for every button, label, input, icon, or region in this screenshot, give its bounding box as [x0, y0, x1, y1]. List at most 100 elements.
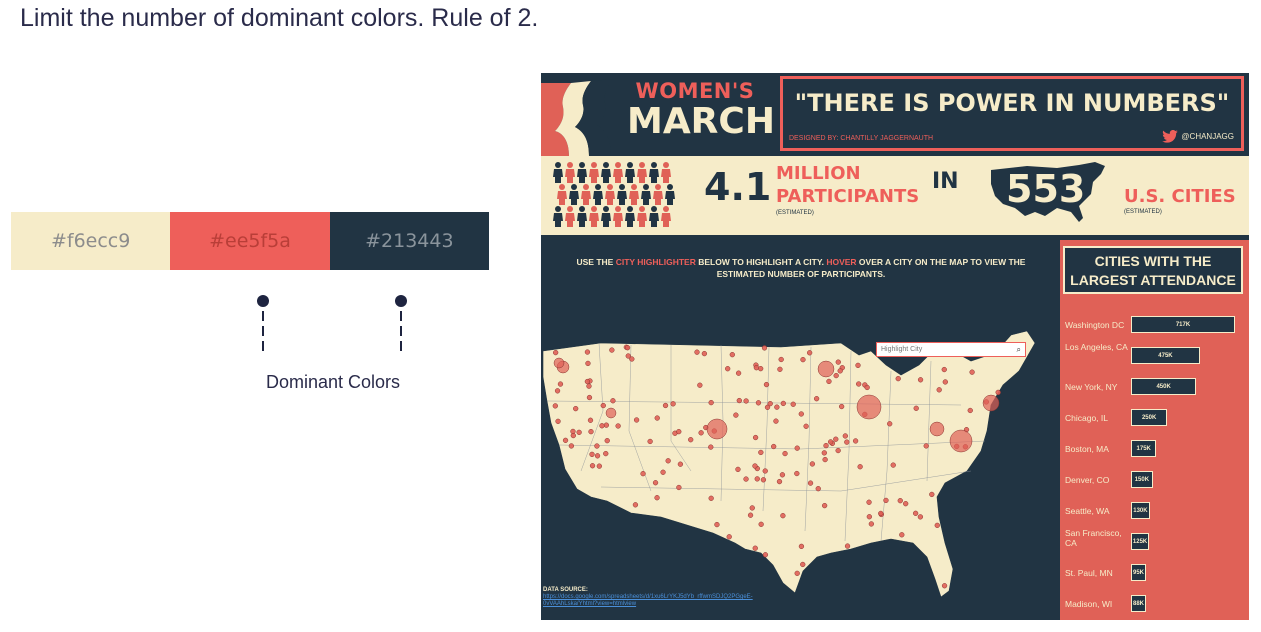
city-dot[interactable]	[936, 387, 942, 393]
city-dot[interactable]	[557, 381, 564, 387]
city-dot[interactable]	[662, 402, 669, 409]
city-dot[interactable]	[844, 543, 851, 549]
city-dot[interactable]	[941, 366, 947, 373]
city-dot[interactable]	[835, 359, 841, 365]
city-dot[interactable]	[821, 502, 828, 509]
city-dot[interactable]	[670, 401, 676, 407]
city-dot[interactable]	[967, 407, 973, 414]
city-dot[interactable]	[762, 552, 769, 558]
city-dot[interactable]	[589, 451, 595, 458]
city-dot[interactable]	[594, 453, 601, 459]
city-dot[interactable]	[701, 350, 708, 357]
city-dot[interactable]	[969, 369, 975, 375]
city-dot[interactable]	[779, 472, 786, 478]
city-dot[interactable]	[866, 499, 872, 505]
city-dot[interactable]	[753, 365, 760, 371]
city-dot[interactable]	[794, 445, 800, 451]
city-dot[interactable]	[777, 366, 783, 372]
city-dot[interactable]	[610, 398, 616, 404]
city-dot[interactable]	[725, 366, 731, 372]
city-dot[interactable]	[752, 463, 758, 469]
city-dot[interactable]	[773, 418, 779, 424]
bar-value[interactable]: 717K	[1131, 316, 1235, 333]
city-dot[interactable]	[778, 356, 784, 363]
city-dot[interactable]	[754, 476, 760, 482]
city-dot[interactable]	[624, 345, 631, 351]
city-dot[interactable]	[827, 439, 834, 445]
city-dot[interactable]	[822, 456, 828, 463]
city-dot[interactable]	[588, 428, 594, 435]
city-dot[interactable]	[708, 444, 714, 450]
city-dot[interactable]	[603, 422, 610, 428]
city-dot[interactable]	[890, 462, 896, 468]
city-dot[interactable]	[995, 389, 1001, 396]
twitter-handle[interactable]: @CHANJAGG	[1162, 130, 1234, 143]
city-dot[interactable]	[743, 398, 749, 404]
city-dot[interactable]	[600, 402, 606, 409]
bar-value[interactable]: 88K	[1131, 595, 1146, 612]
city-dot[interactable]	[833, 372, 839, 379]
city-dot[interactable]	[677, 461, 684, 467]
city-dot[interactable]	[913, 405, 919, 411]
city-dot[interactable]	[625, 353, 631, 359]
city-dot[interactable]	[654, 415, 660, 421]
city-dot[interactable]	[676, 484, 682, 491]
city-dot[interactable]	[747, 512, 754, 518]
city-dot[interactable]	[878, 510, 884, 517]
city-dot[interactable]	[809, 461, 816, 467]
city-dot[interactable]	[652, 480, 659, 486]
highlight-city-input[interactable]: Highlight City ⌕	[876, 342, 1026, 357]
city-dot[interactable]	[942, 379, 948, 385]
city-dot[interactable]	[735, 466, 741, 473]
city-dot[interactable]	[782, 450, 788, 457]
city-dot[interactable]	[596, 463, 602, 469]
city-dot[interactable]	[813, 396, 820, 402]
bar-value[interactable]: 475K	[1131, 347, 1200, 364]
city-dot[interactable]	[609, 347, 615, 353]
bar-value[interactable]: 125K	[1131, 533, 1150, 550]
city-dot[interactable]	[868, 521, 875, 527]
city-dot[interactable]	[844, 439, 850, 445]
city-dot[interactable]	[752, 434, 759, 441]
bar-value[interactable]: 95K	[1131, 564, 1146, 581]
city-dot[interactable]	[586, 383, 592, 389]
city-dot[interactable]	[706, 418, 728, 440]
city-dot[interactable]	[815, 486, 821, 492]
city-dot[interactable]	[688, 437, 694, 443]
city-dot[interactable]	[866, 514, 872, 520]
city-dot[interactable]	[555, 418, 561, 425]
city-dot[interactable]	[584, 378, 591, 385]
city-dot[interactable]	[576, 429, 582, 436]
city-dot[interactable]	[729, 352, 735, 358]
city-dot[interactable]	[821, 450, 827, 456]
city-dot[interactable]	[761, 345, 768, 351]
city-dot[interactable]	[758, 449, 764, 456]
city-dot[interactable]	[949, 429, 973, 453]
bar-value[interactable]: 130K	[1131, 502, 1150, 519]
city-dot[interactable]	[752, 545, 758, 551]
city-dot[interactable]	[857, 464, 863, 470]
city-dot[interactable]	[776, 478, 783, 485]
city-dot[interactable]	[823, 442, 829, 449]
city-dot[interactable]	[654, 495, 660, 501]
city-dot[interactable]	[733, 412, 739, 418]
city-dot[interactable]	[758, 365, 764, 372]
city-dot[interactable]	[676, 428, 682, 435]
city-dot[interactable]	[780, 513, 786, 519]
city-dot[interactable]	[589, 463, 596, 469]
search-icon[interactable]: ⌕	[1017, 345, 1021, 355]
city-dot[interactable]	[833, 436, 839, 442]
city-dot[interactable]	[852, 438, 859, 444]
city-dot[interactable]	[917, 514, 924, 520]
city-dot[interactable]	[587, 417, 594, 423]
city-dot[interactable]	[763, 381, 770, 388]
city-dot[interactable]	[929, 421, 945, 437]
city-dot[interactable]	[774, 404, 780, 410]
city-dot[interactable]	[800, 561, 806, 568]
city-dot[interactable]	[837, 368, 843, 374]
city-dot[interactable]	[897, 498, 903, 504]
city-dot[interactable]	[714, 521, 720, 528]
city-dot[interactable]	[633, 417, 640, 423]
city-dot[interactable]	[568, 443, 575, 449]
city-dot[interactable]	[780, 400, 786, 407]
